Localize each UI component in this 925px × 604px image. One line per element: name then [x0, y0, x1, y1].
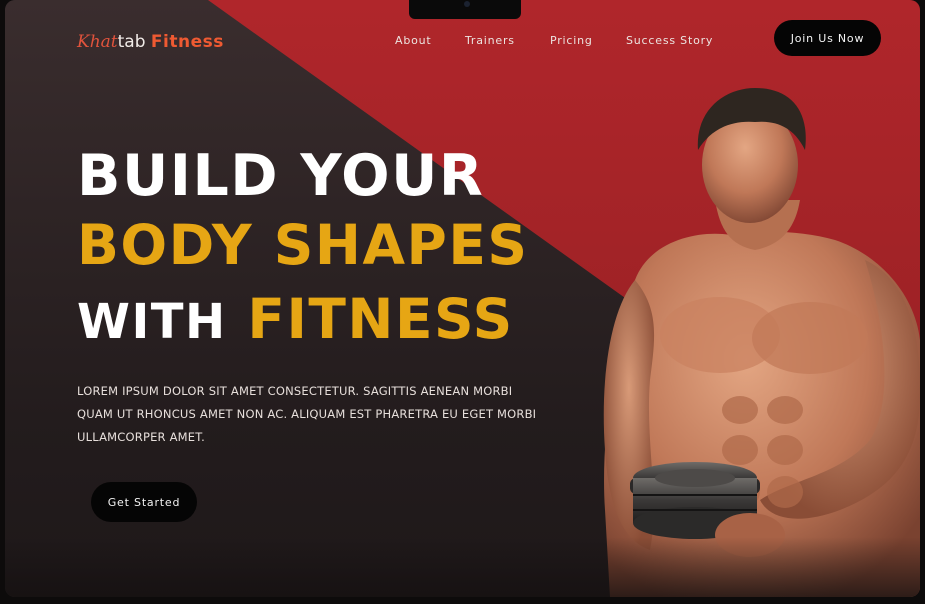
camera-notch — [409, 0, 521, 19]
headline-fitness-text: FITNESS — [247, 287, 514, 351]
headline-with-text: WITH — [77, 294, 227, 350]
athlete-image — [603, 88, 920, 597]
nav-success-story-link[interactable]: Success Story — [626, 34, 713, 47]
get-started-button[interactable]: Get Started — [91, 482, 197, 522]
logo-fitness-text: Fitness — [150, 32, 224, 52]
nav-pricing-link[interactable]: Pricing — [550, 34, 593, 47]
headline-line-1: BUILD YOUR — [77, 143, 485, 209]
headline-line-2: BODY SHAPES — [77, 213, 529, 277]
logo-script-text: Khat — [77, 32, 118, 52]
hero-description-line: LOREM IPSUM DOLOR SIT AMET CONSECTETUR. … — [77, 384, 513, 398]
brand-logo[interactable]: Khattab Fitness — [77, 32, 224, 52]
camera-lens — [464, 1, 470, 7]
hero-description-line: QUAM UT RHONCUS AMET NON AC. ALIQUAM EST… — [77, 407, 537, 421]
logo-tab-text: tab — [117, 32, 146, 52]
landing-page: Khattab Fitness About Trainers Pricing S… — [5, 0, 920, 597]
headline-line-3: WITH FITNESS — [77, 292, 514, 347]
hero-description-line: ULLAMCORPER AMET. — [77, 430, 205, 444]
bottom-fade — [5, 537, 920, 597]
nav-about-link[interactable]: About — [395, 34, 432, 47]
hero-description: LOREM IPSUM DOLOR SIT AMET CONSECTETUR. … — [77, 380, 557, 449]
join-us-now-button[interactable]: Join Us Now — [774, 20, 881, 56]
nav-trainers-link[interactable]: Trainers — [465, 34, 515, 47]
